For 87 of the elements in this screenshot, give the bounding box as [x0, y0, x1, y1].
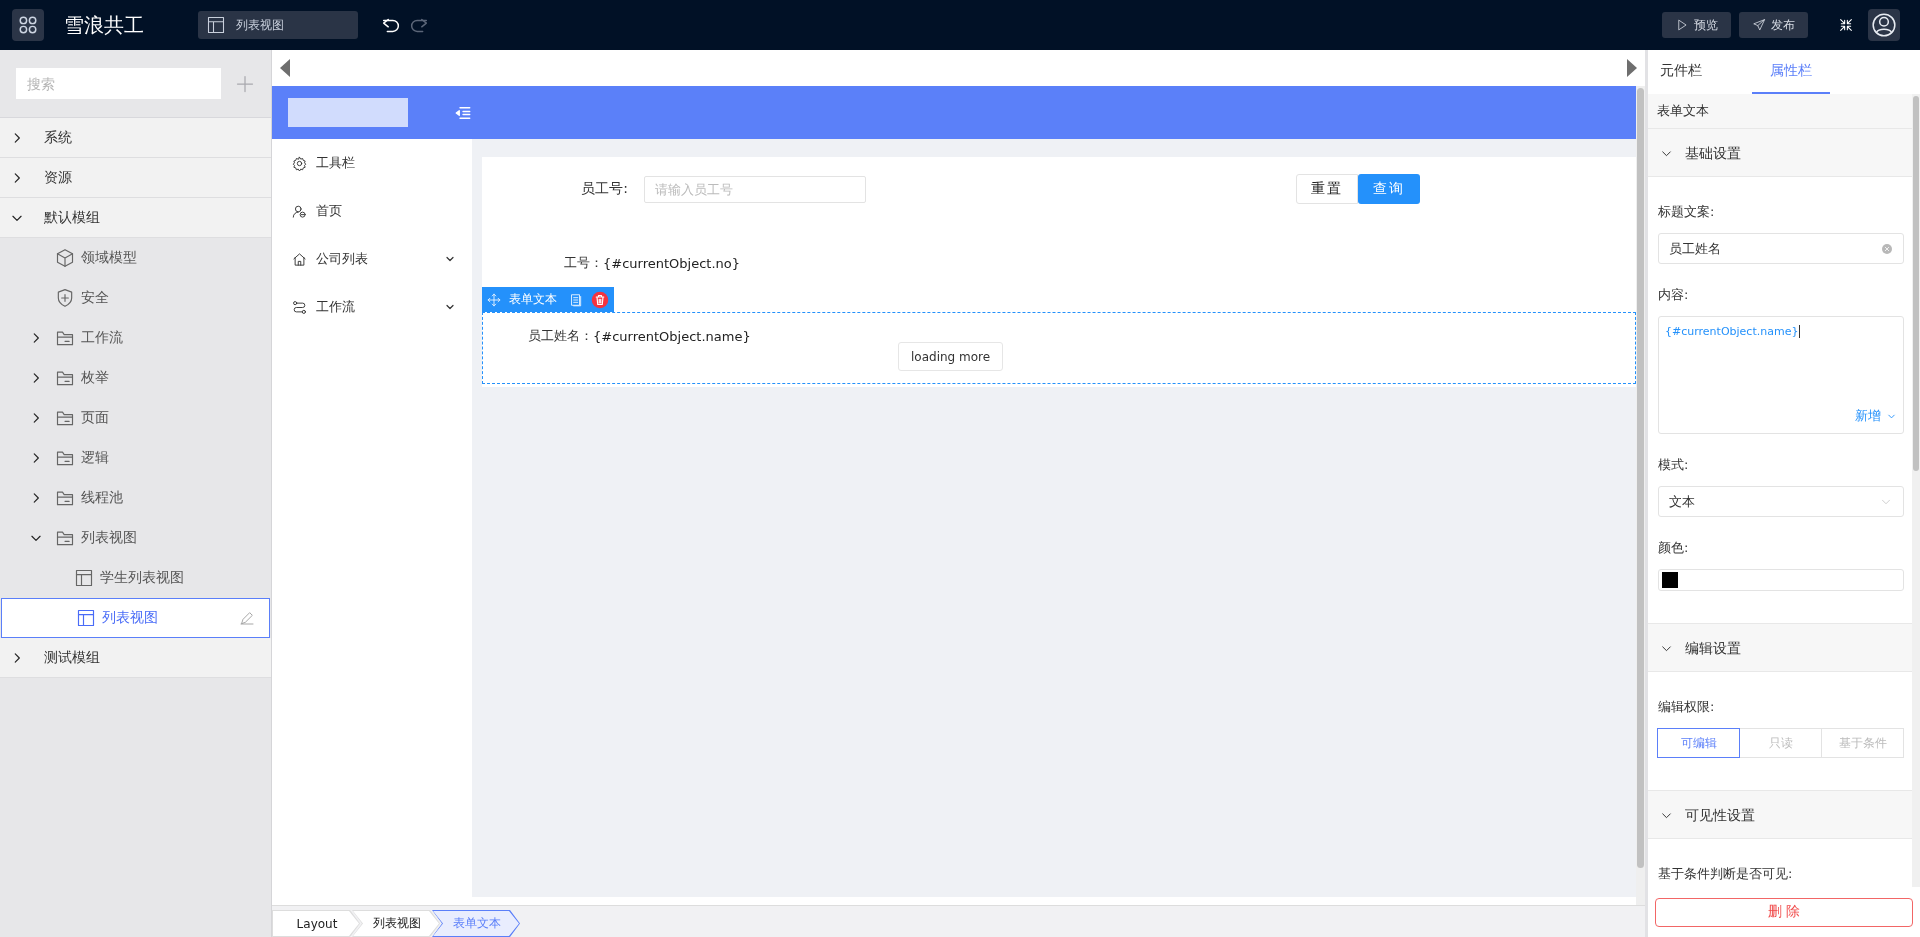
- nav-item[interactable]: 公司列表: [272, 235, 472, 283]
- app-menu-button[interactable]: [12, 9, 44, 41]
- tree-label: 测试模组: [44, 648, 101, 667]
- tree-item[interactable]: 领域模型: [0, 238, 271, 278]
- tree-item[interactable]: 列表视图: [1, 598, 270, 638]
- clear-icon[interactable]: [1881, 242, 1893, 255]
- tree-label: 学生列表视图: [100, 569, 185, 587]
- tree-label: 资源: [44, 168, 73, 187]
- tree-label: 列表视图: [102, 609, 159, 627]
- color-field[interactable]: [1658, 569, 1904, 591]
- field-value: {#currentObject.name}: [593, 328, 751, 344]
- panel-tab[interactable]: 元件栏: [1654, 50, 1724, 94]
- tree-item[interactable]: 系统: [0, 118, 271, 158]
- settings-icon: [292, 155, 307, 171]
- tree-label: 工作流: [81, 329, 124, 347]
- tree-item[interactable]: 列表视图: [0, 518, 271, 558]
- page-tab[interactable]: 列表视图: [198, 11, 358, 39]
- field-label: 标题文案:: [1658, 203, 1716, 221]
- search-field[interactable]: 搜索: [16, 68, 221, 99]
- field-label: 编辑权限:: [1658, 698, 1716, 716]
- employee-id-field[interactable]: 请输入员工号: [644, 175, 866, 203]
- mode-select[interactable]: 文本: [1658, 486, 1904, 517]
- route-icon: [292, 299, 307, 315]
- selected-component[interactable]: 员工姓名：{#currentObject.name} loading more: [482, 312, 1636, 384]
- home-icon: [292, 251, 307, 267]
- section-header[interactable]: 可见性设置: [1648, 793, 1912, 839]
- tree-label: 列表视图: [81, 529, 138, 547]
- nav-item[interactable]: 首页: [272, 187, 472, 235]
- tree-label: 系统: [44, 128, 73, 147]
- tree-label: 默认模组: [44, 208, 101, 227]
- layout-icon: [74, 568, 94, 588]
- tree-item[interactable]: 学生列表视图: [0, 558, 271, 598]
- nav-item[interactable]: 工作流: [272, 283, 472, 331]
- tree-item[interactable]: 逻辑: [0, 438, 271, 478]
- permission-option[interactable]: 可编辑: [1657, 728, 1740, 758]
- breadcrumb-item[interactable]: Layout: [272, 910, 360, 937]
- title-field[interactable]: 员工姓名: [1658, 233, 1904, 264]
- tree-item[interactable]: 测试模组: [0, 638, 271, 678]
- tree-item[interactable]: 默认模组: [0, 198, 271, 238]
- field-label: 基于条件判断是否可见:: [1658, 865, 1794, 883]
- load-more-button[interactable]: loading more: [898, 342, 1004, 371]
- field-label: 颜色:: [1658, 539, 1690, 557]
- scrollbar[interactable]: [1636, 86, 1645, 905]
- tree-label: 领域模型: [81, 249, 138, 267]
- field-value: {#currentObject.no}: [603, 255, 740, 271]
- delete-icon[interactable]: [591, 290, 609, 309]
- play-icon: [1675, 18, 1689, 32]
- tree-item[interactable]: 页面: [0, 398, 271, 438]
- avatar-button[interactable]: [1868, 9, 1900, 41]
- shield-icon: [55, 288, 75, 308]
- scrollbar[interactable]: [1912, 94, 1920, 887]
- tree-label: 线程池: [81, 489, 124, 507]
- tree-item[interactable]: 线程池: [0, 478, 271, 518]
- edit-icon[interactable]: [239, 610, 255, 626]
- layout-icon: [206, 15, 226, 35]
- tree-item[interactable]: 安全: [0, 278, 271, 318]
- send-icon: [1752, 18, 1766, 32]
- preview-button[interactable]: 预览: [1662, 12, 1731, 38]
- field-label: 员工姓名：: [527, 327, 593, 345]
- user-icon: [1871, 12, 1897, 38]
- publish-button[interactable]: 发布: [1739, 12, 1808, 38]
- move-icon[interactable]: [487, 292, 501, 307]
- field-label: 工号：: [563, 254, 603, 272]
- nav-item[interactable]: 工具栏: [272, 139, 472, 187]
- app-title: 雪浪共工: [64, 11, 144, 39]
- section-header[interactable]: 编辑设置: [1648, 626, 1912, 672]
- tree-item[interactable]: 资源: [0, 158, 271, 198]
- user-icon: [292, 203, 307, 219]
- tree-label: 枚举: [81, 369, 110, 387]
- grid-icon: [17, 14, 39, 36]
- field-label: 员工号:: [580, 180, 628, 198]
- reset-button[interactable]: 重置: [1296, 174, 1358, 204]
- tree-label: 页面: [81, 409, 110, 427]
- field-label: 模式:: [1658, 456, 1690, 474]
- layout-icon: [76, 608, 96, 628]
- component-name: 表单文本: [509, 291, 557, 308]
- cube-icon: [55, 248, 75, 268]
- tree-label: 安全: [81, 289, 110, 307]
- section-header[interactable]: 基础设置: [1648, 131, 1912, 177]
- field-label: 内容:: [1658, 286, 1690, 304]
- tree-item[interactable]: 枚举: [0, 358, 271, 398]
- tree-label: 逻辑: [81, 449, 110, 467]
- tree-item[interactable]: 工作流: [0, 318, 271, 358]
- delete-button[interactable]: 删 除: [1655, 897, 1913, 927]
- copy-icon[interactable]: [569, 292, 583, 307]
- collapse-icon[interactable]: [1838, 17, 1854, 33]
- breadcrumb-item[interactable]: 列表视图: [352, 910, 440, 937]
